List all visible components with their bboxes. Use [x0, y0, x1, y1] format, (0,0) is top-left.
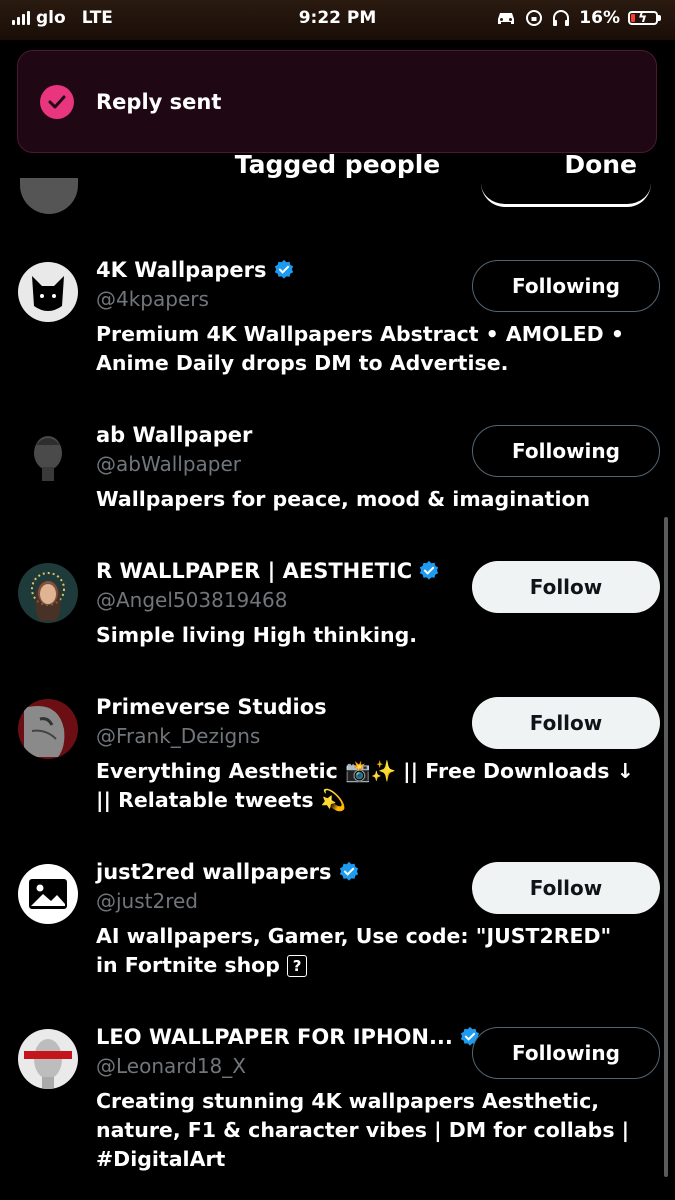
account-handle: @Frank_Dezigns: [96, 724, 261, 748]
account-handle: @4kpapers: [96, 287, 209, 311]
following-button[interactable]: Following: [472, 425, 660, 477]
account-bio: Wallpapers for peace, mood & imagination: [96, 487, 591, 511]
account-name: just2red wallpapers: [96, 860, 332, 884]
follow-button[interactable]: Follow: [472, 862, 660, 914]
battery-icon: ϟ: [628, 10, 658, 26]
account-bio: Premium 4K Wallpapers Abstract • AMOLED …: [96, 322, 624, 375]
unknown-glyph-icon: ?: [287, 955, 308, 977]
avatar: [18, 864, 78, 924]
check-circle-icon: [40, 84, 74, 119]
account-name: ab Wallpaper: [96, 423, 253, 447]
avatar: [18, 1029, 78, 1089]
account-name: LEO WALLPAPER FOR IPHON...: [96, 1025, 453, 1049]
scrollbar[interactable]: [664, 517, 668, 1177]
account-name: Primeverse Studios: [96, 695, 327, 719]
avatar: [18, 427, 78, 487]
reply-sent-toast: Reply sent: [17, 50, 657, 153]
rotation-lock-icon: [526, 10, 543, 26]
verified-badge-icon: [419, 560, 439, 580]
account-handle: @Angel503819468: [96, 588, 288, 612]
account-bio: Everything Aesthetic 📸✨ || Free Download…: [96, 759, 634, 812]
account-bio: Simple living High thinking.: [96, 623, 418, 647]
account-handle: @Leonard18_X: [96, 1054, 246, 1078]
verified-badge-icon: [339, 861, 358, 881]
following-button[interactable]: Following: [472, 1027, 660, 1079]
status-bar: glo LTE 9:22 PM 16% ϟ: [0, 0, 675, 40]
account-name: R WALLPAPER | AESTHETIC: [96, 559, 413, 583]
verified-badge-icon: [274, 259, 293, 279]
toast-message: Reply sent: [96, 89, 222, 114]
avatar: [18, 563, 78, 623]
avatar: [18, 699, 78, 759]
account-bio: Creating stunning 4K wallpapers Aestheti…: [96, 1089, 630, 1171]
account-handle: @abWallpaper: [96, 452, 241, 476]
following-button[interactable]: [481, 178, 651, 207]
following-button[interactable]: Following: [472, 260, 660, 312]
headphones-icon: [553, 10, 570, 26]
avatar: [20, 178, 78, 214]
follow-button[interactable]: Follow: [472, 561, 660, 613]
follow-button[interactable]: Follow: [472, 697, 660, 749]
account-bio: AI wallpapers, Gamer, Use code: "JUST2RE…: [96, 924, 612, 977]
done-button[interactable]: Done: [564, 150, 637, 179]
account-name: 4K Wallpapers: [96, 258, 267, 282]
battery-percent: 16%: [579, 8, 620, 28]
avatar: [18, 262, 78, 322]
account-handle: @just2red: [96, 889, 199, 913]
car-icon: [498, 13, 515, 24]
